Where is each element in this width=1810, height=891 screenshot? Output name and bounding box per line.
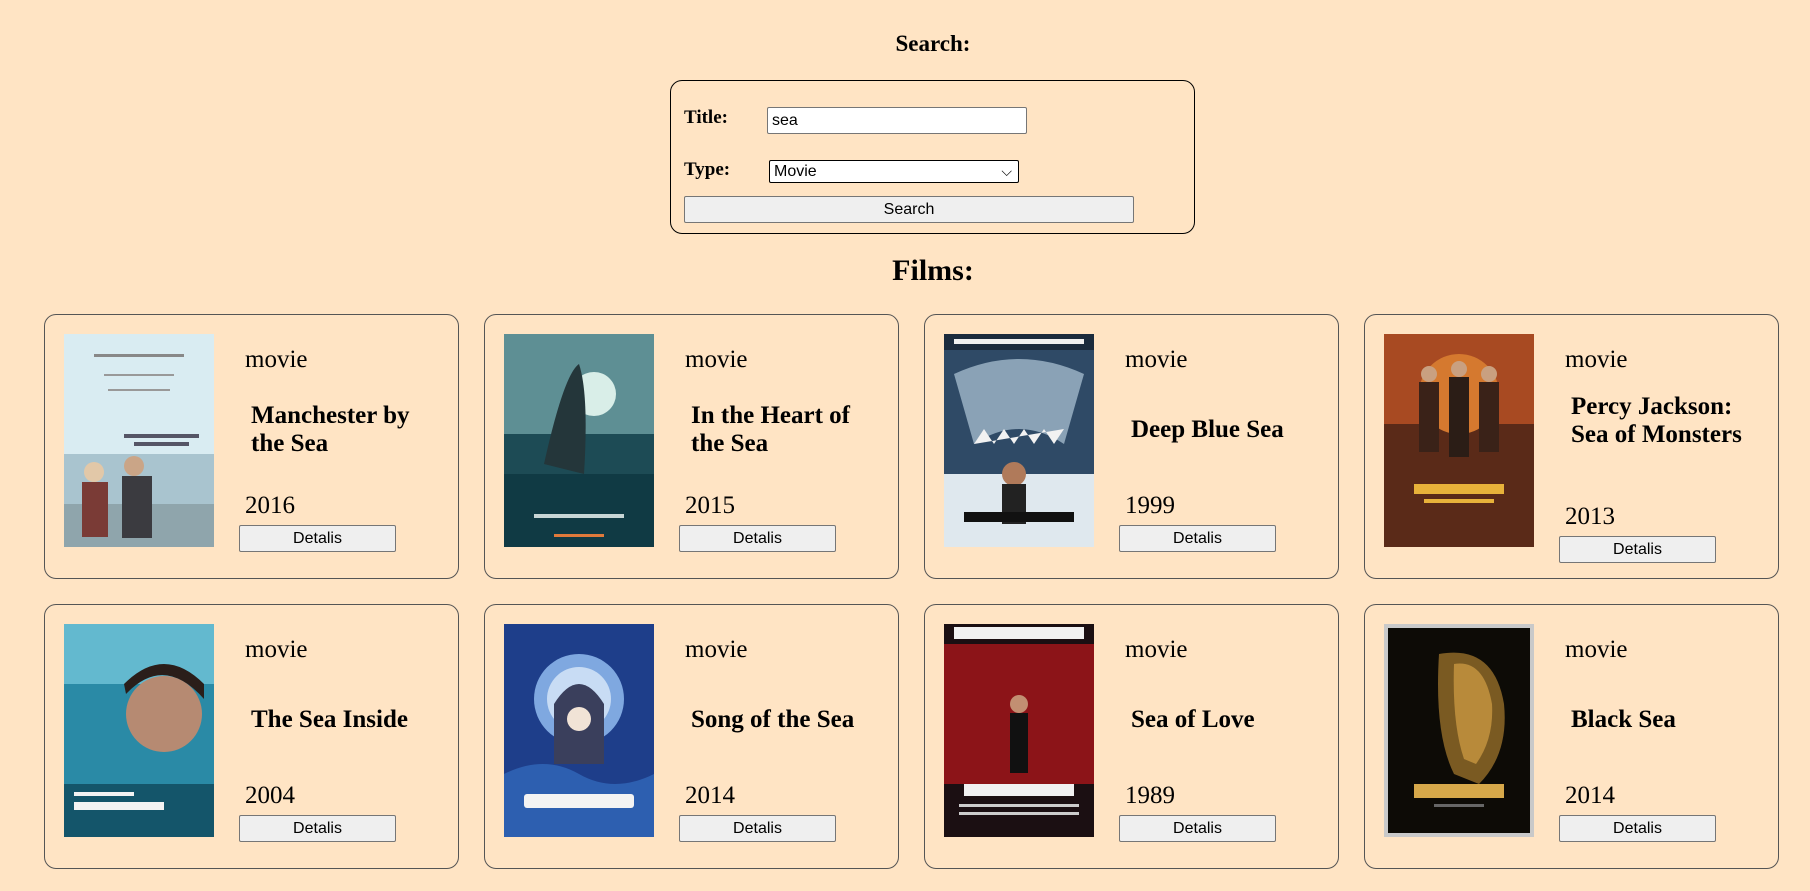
films-heading: Films: [892,254,974,287]
film-type: movie [245,346,308,373]
title-input[interactable]: sea [767,107,1027,134]
search-button[interactable]: Search [684,196,1134,223]
film-year: 2015 [685,492,735,519]
search-heading: Search: [895,31,971,56]
type-select[interactable]: Movie ⌵ [769,160,1019,183]
poster-image [64,334,214,547]
type-select-value: Movie [774,163,817,180]
film-title: In the Heart of the Sea [691,402,850,457]
poster-image [1384,624,1534,837]
details-button[interactable]: Detalis [679,815,836,842]
film-card: movie Black Sea 2014 Detalis [1364,604,1779,869]
film-year: 2014 [1565,782,1615,809]
poster-image [1384,334,1534,547]
film-title: The Sea Inside [251,706,408,733]
film-card: movie The Sea Inside 2004 Detalis [44,604,459,869]
film-year: 2016 [245,492,295,519]
film-year: 2014 [685,782,735,809]
film-title: Song of the Sea [691,706,855,733]
poster-image [944,334,1094,547]
film-title: Percy Jackson: Sea of Monsters [1571,393,1742,448]
poster-image [504,624,654,837]
film-year: 2013 [1565,503,1615,530]
film-card: movie Song of the Sea 2014 Detalis [484,604,899,869]
film-year: 1999 [1125,492,1175,519]
film-type: movie [1565,636,1628,663]
film-type: movie [245,636,308,663]
poster-image [944,624,1094,837]
film-card: movie Sea of Love 1989 Detalis [924,604,1339,869]
film-title: Black Sea [1571,706,1676,733]
film-card: movie Percy Jackson: Sea of Monsters 201… [1364,314,1779,579]
film-type: movie [685,346,748,373]
film-year: 1989 [1125,782,1175,809]
film-title: Deep Blue Sea [1131,416,1284,443]
film-title: Manchester by the Sea [251,402,410,457]
film-type: movie [1125,346,1188,373]
details-button[interactable]: Detalis [239,525,396,552]
details-button[interactable]: Detalis [679,525,836,552]
film-card: movie In the Heart of the Sea 2015 Detal… [484,314,899,579]
details-button[interactable]: Detalis [1559,815,1716,842]
film-card: movie Deep Blue Sea 1999 Detalis [924,314,1339,579]
chevron-down-icon: ⌵ [1001,163,1012,179]
poster-image [504,334,654,547]
film-card: movie Manchester by the Sea 2016 Detalis [44,314,459,579]
poster-image [64,624,214,837]
film-title: Sea of Love [1131,706,1255,733]
type-label: Type: [684,159,731,180]
title-label: Title: [684,107,728,128]
film-type: movie [685,636,748,663]
film-type: movie [1565,346,1628,373]
details-button[interactable]: Detalis [239,815,396,842]
search-form: Title: sea Type: Movie ⌵ Search [670,80,1195,234]
film-type: movie [1125,636,1188,663]
details-button[interactable]: Detalis [1559,536,1716,563]
details-button[interactable]: Detalis [1119,815,1276,842]
details-button[interactable]: Detalis [1119,525,1276,552]
film-year: 2004 [245,782,295,809]
